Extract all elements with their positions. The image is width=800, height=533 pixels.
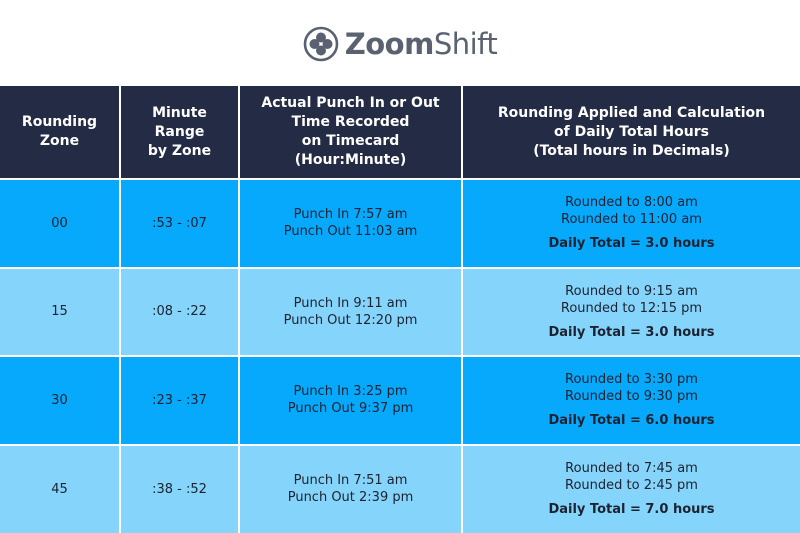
punch-out: Punch Out 2:39 pm bbox=[287, 490, 414, 506]
rounded-in: Rounded to 3:30 pm bbox=[565, 372, 698, 388]
header-line: Time Recorded bbox=[291, 114, 410, 130]
table-row: 15 :08 - :22 Punch In 9:11 am Punch Out … bbox=[0, 266, 800, 357]
header-minute-range: Minute Range by Zone bbox=[119, 86, 240, 180]
punch-in: Punch In 3:25 pm bbox=[293, 384, 408, 400]
punch-out: Punch Out 12:20 pm bbox=[283, 312, 418, 328]
cell-zone: 15 bbox=[0, 266, 121, 357]
daily-total: Daily Total = 3.0 hours bbox=[548, 236, 715, 252]
rounded-out: Rounded to 12:15 pm bbox=[560, 300, 703, 316]
rounded-out: Rounded to 11:00 am bbox=[561, 212, 702, 228]
header-rounding-applied: Rounding Applied and Calculation of Dail… bbox=[461, 86, 800, 180]
table-row: 00 :53 - :07 Punch In 7:57 am Punch Out … bbox=[0, 178, 800, 269]
header-line: by Zone bbox=[147, 142, 212, 159]
rounded-in: Rounded to 8:00 am bbox=[565, 195, 698, 211]
table-row: 30 :23 - :37 Punch In 3:25 pm Punch Out … bbox=[0, 355, 800, 446]
zoomshift-flower-icon bbox=[303, 26, 339, 62]
cell-punch: Punch In 7:57 am Punch Out 11:03 am bbox=[238, 178, 463, 269]
logo-text-zoom: Zoom bbox=[344, 27, 435, 61]
cell-range: :53 - :07 bbox=[119, 178, 240, 269]
header-line: Minute bbox=[152, 104, 207, 121]
rounded-out: Rounded to 2:45 pm bbox=[565, 478, 698, 494]
rounded-out: Rounded to 9:30 pm bbox=[565, 389, 698, 405]
header-line: Rounding Applied and Calculation bbox=[497, 104, 766, 121]
header-actual-punch: Actual Punch In or Out Time Recorded on … bbox=[238, 86, 463, 180]
cell-range: :23 - :37 bbox=[119, 355, 240, 446]
header-line: of Daily Total Hours bbox=[554, 123, 709, 140]
header-line: Zone bbox=[39, 133, 80, 149]
punch-in: Punch In 7:57 am bbox=[293, 207, 408, 223]
cell-rounding: Rounded to 9:15 am Rounded to 12:15 pm D… bbox=[461, 266, 800, 357]
rounded-in: Rounded to 7:45 am bbox=[565, 461, 698, 477]
punch-in: Punch In 7:51 am bbox=[293, 473, 408, 489]
cell-rounding: Rounded to 8:00 am Rounded to 11:00 am D… bbox=[461, 178, 800, 269]
header-rounding-zone: Rounding Zone bbox=[0, 86, 121, 180]
cell-punch: Punch In 7:51 am Punch Out 2:39 pm bbox=[238, 443, 463, 533]
logo-wordmark: ZoomShift bbox=[345, 27, 498, 61]
cell-rounding: Rounded to 7:45 am Rounded to 2:45 pm Da… bbox=[461, 443, 800, 533]
cell-zone: 30 bbox=[0, 355, 121, 446]
cell-rounding: Rounded to 3:30 pm Rounded to 9:30 pm Da… bbox=[461, 355, 800, 446]
header-line: Range bbox=[154, 123, 205, 140]
zoomshift-logo: ZoomShift bbox=[0, 22, 800, 66]
table-header-row: Rounding Zone Minute Range by Zone Actua… bbox=[0, 86, 800, 180]
punch-out: Punch Out 9:37 pm bbox=[287, 401, 414, 417]
header-line: on Timecard bbox=[301, 133, 400, 149]
cell-zone: 45 bbox=[0, 443, 121, 533]
table-row: 45 :38 - :52 Punch In 7:51 am Punch Out … bbox=[0, 443, 800, 533]
daily-total: Daily Total = 7.0 hours bbox=[548, 502, 715, 518]
header-line: Actual Punch In or Out bbox=[261, 95, 440, 111]
header-line: (Hour:Minute) bbox=[294, 152, 407, 168]
cell-range: :08 - :22 bbox=[119, 266, 240, 357]
cell-zone: 00 bbox=[0, 178, 121, 269]
punch-in: Punch In 9:11 am bbox=[293, 295, 408, 311]
daily-total: Daily Total = 6.0 hours bbox=[548, 413, 715, 429]
cell-punch: Punch In 3:25 pm Punch Out 9:37 pm bbox=[238, 355, 463, 446]
punch-out: Punch Out 11:03 am bbox=[283, 224, 418, 240]
cell-punch: Punch In 9:11 am Punch Out 12:20 pm bbox=[238, 266, 463, 357]
cell-range: :38 - :52 bbox=[119, 443, 240, 533]
header-line: (Total hours in Decimals) bbox=[533, 142, 730, 159]
rounding-table: Rounding Zone Minute Range by Zone Actua… bbox=[0, 86, 800, 533]
logo-text-shift: Shift bbox=[433, 27, 498, 61]
header-line: Rounding bbox=[21, 114, 98, 130]
rounded-in: Rounded to 9:15 am bbox=[565, 283, 698, 299]
daily-total: Daily Total = 3.0 hours bbox=[548, 324, 715, 340]
